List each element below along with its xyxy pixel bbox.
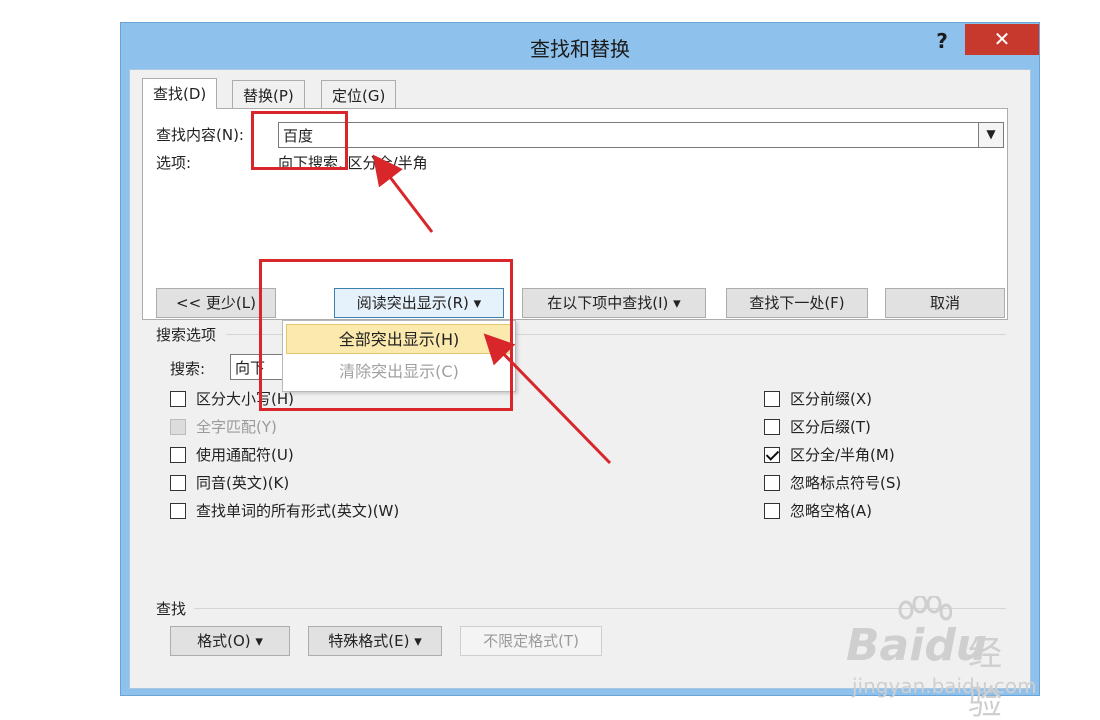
tab-find[interactable]: 查找(D): [142, 78, 218, 109]
checkbox[interactable]: [170, 474, 186, 491]
checkbox-ignore-punctuation[interactable]: 忽略标点符号(S): [764, 472, 901, 493]
close-button[interactable]: ✕: [965, 24, 1039, 55]
dialog-title: 查找和替换: [530, 37, 630, 61]
checkbox[interactable]: [764, 390, 780, 407]
tab-replace[interactable]: 替换(P): [232, 80, 305, 108]
search-options-title: 搜索选项: [156, 326, 217, 344]
checkbox[interactable]: [170, 390, 186, 407]
checkbox-checked[interactable]: [764, 446, 780, 463]
find-in-button[interactable]: 在以下项中查找(I) ▾: [522, 288, 706, 318]
chevron-down-icon[interactable]: ▼: [978, 122, 1004, 148]
search-direction-label: 搜索:: [170, 360, 206, 378]
find-what-label: 查找内容(N):: [156, 126, 244, 144]
checkbox[interactable]: [764, 502, 780, 519]
checkbox[interactable]: [170, 446, 186, 463]
options-label: 选项:: [156, 154, 192, 172]
checkbox[interactable]: [170, 502, 186, 519]
find-what-input[interactable]: 百度: [278, 122, 986, 148]
annotation-box-highlight-menu: [259, 259, 513, 411]
tab-goto[interactable]: 定位(G): [321, 80, 397, 108]
less-button[interactable]: << 更少(L): [156, 288, 276, 318]
find-section-title: 查找: [156, 600, 187, 618]
checkbox-whole-word[interactable]: 全字匹配(Y): [170, 416, 277, 437]
help-button[interactable]: ?: [927, 26, 957, 56]
annotation-box-find-value: [251, 111, 348, 170]
watermark-product: 经验: [968, 634, 1002, 720]
title-bar[interactable]: 查找和替换 ? ✕: [121, 23, 1039, 69]
checkbox-match-prefix[interactable]: 区分前缀(X): [764, 388, 872, 409]
checkbox-sounds-like[interactable]: 同音(英文)(K): [170, 472, 289, 493]
checkbox[interactable]: [764, 418, 780, 435]
checkbox[interactable]: [764, 474, 780, 491]
checkbox-match-width[interactable]: 区分全/半角(M): [764, 444, 895, 465]
no-formatting-button[interactable]: 不限定格式(T): [460, 626, 602, 656]
checkbox-all-word-forms[interactable]: 查找单词的所有形式(英文)(W): [170, 500, 399, 521]
checkbox-ignore-space[interactable]: 忽略空格(A): [764, 500, 872, 521]
format-button[interactable]: 格式(O) ▾: [170, 626, 290, 656]
checkbox[interactable]: [170, 418, 186, 435]
divider: [194, 608, 1006, 609]
checkbox-wildcards[interactable]: 使用通配符(U): [170, 444, 294, 465]
checkbox-match-suffix[interactable]: 区分后缀(T): [764, 416, 871, 437]
cancel-button[interactable]: 取消: [885, 288, 1005, 318]
find-next-button[interactable]: 查找下一处(F): [726, 288, 868, 318]
special-format-button[interactable]: 特殊格式(E) ▾: [308, 626, 442, 656]
watermark-url: jingyan.baidu.com: [852, 674, 1037, 698]
watermark-brand: Baidu: [846, 620, 988, 671]
